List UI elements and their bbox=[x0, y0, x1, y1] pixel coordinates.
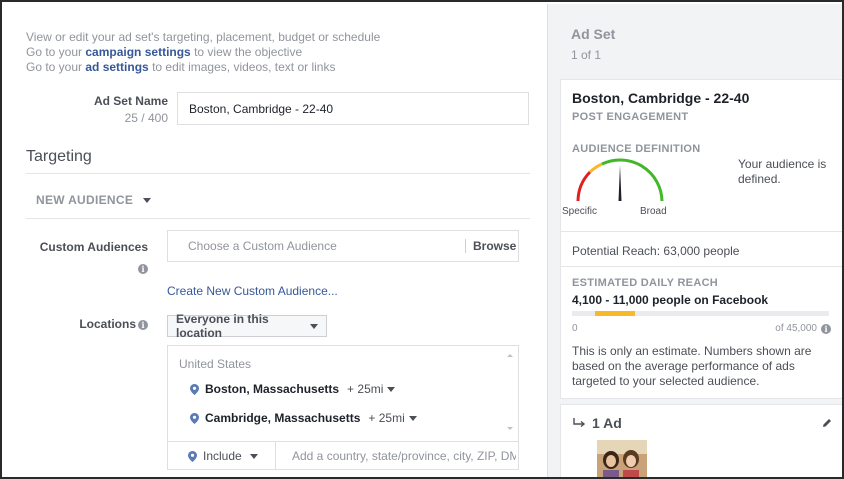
reach-scale-min: 0 bbox=[572, 323, 578, 334]
radius-dropdown[interactable]: + 25mi bbox=[347, 382, 396, 396]
intro-line-1: View or edit your ad set's targeting, pl… bbox=[26, 30, 381, 44]
browse-button[interactable]: Browse bbox=[473, 239, 516, 253]
reach-scale-max: of 45,000 i bbox=[775, 323, 831, 334]
audience-message: Your audience is defined. bbox=[738, 157, 827, 186]
intro-line-3: Go to your ad settings to edit images, v… bbox=[26, 60, 336, 74]
location-mode-select[interactable]: Everyone in this location bbox=[167, 312, 327, 340]
audience-divider bbox=[26, 218, 530, 219]
location-pin-icon bbox=[188, 450, 197, 462]
locations-label: Locations bbox=[79, 317, 136, 331]
pencil-icon[interactable] bbox=[821, 417, 833, 429]
location-country: United States bbox=[179, 357, 252, 371]
chevron-down-icon bbox=[249, 453, 258, 459]
adset-name-input[interactable]: Boston, Cambridge - 22-40 bbox=[177, 92, 529, 125]
gauge-specific-label: Specific bbox=[562, 206, 598, 217]
include-dropdown[interactable]: Include bbox=[168, 442, 276, 470]
ad-thumbnail[interactable] bbox=[597, 440, 647, 479]
summary-count: 1 of 1 bbox=[571, 48, 602, 62]
summary-objective: POST ENGAGEMENT bbox=[572, 111, 689, 123]
chevron-down-icon bbox=[310, 323, 318, 329]
location-pin-icon bbox=[190, 383, 199, 395]
ad-settings-link[interactable]: ad settings bbox=[85, 60, 148, 74]
radius-dropdown[interactable]: + 25mi bbox=[368, 411, 417, 425]
location-item[interactable]: Cambridge, Massachusetts + 25mi bbox=[190, 411, 417, 425]
ads-card: 1 Ad bbox=[560, 404, 842, 479]
summary-header: Ad Set 1 of 1 bbox=[548, 4, 842, 74]
potential-reach: Potential Reach: 63,000 people bbox=[572, 244, 740, 258]
location-name: Boston, Massachusetts bbox=[205, 382, 340, 396]
adset-editor-panel: View or edit your ad set's targeting, pl… bbox=[4, 4, 546, 477]
app-frame: View or edit your ad set's targeting, pl… bbox=[0, 0, 844, 479]
targeting-divider bbox=[26, 173, 530, 174]
chevron-down-icon bbox=[143, 197, 152, 203]
adset-summary-card: Boston, Cambridge - 22-40 POST ENGAGEMEN… bbox=[560, 79, 842, 399]
gauge-broad-label: Broad bbox=[640, 206, 667, 217]
chevron-down-icon bbox=[408, 415, 417, 421]
custom-audience-input[interactable]: Choose a Custom Audience Browse bbox=[167, 230, 519, 262]
campaign-settings-link[interactable]: campaign settings bbox=[85, 45, 190, 59]
info-icon[interactable]: i bbox=[138, 320, 148, 330]
location-footer: Include Add a country, state/province, c… bbox=[168, 441, 518, 470]
location-scrollbar[interactable] bbox=[506, 352, 514, 432]
adset-name-counter: 25 / 400 bbox=[124, 111, 168, 125]
new-audience-dropdown[interactable]: NEW AUDIENCE bbox=[26, 185, 156, 215]
targeting-title: Targeting bbox=[26, 148, 92, 165]
daily-reach-bar-fill bbox=[595, 311, 635, 316]
info-icon[interactable]: i bbox=[821, 323, 831, 334]
daily-reach-value: 4,100 - 11,000 people on Facebook bbox=[572, 293, 769, 307]
daily-reach-label: ESTIMATED DAILY REACH bbox=[572, 277, 719, 289]
summary-title: Ad Set bbox=[571, 26, 616, 42]
browse-separator bbox=[465, 239, 466, 253]
intro-text: View or edit your ad set's targeting, pl… bbox=[26, 30, 380, 75]
audience-gauge bbox=[576, 158, 664, 202]
intro-line-2: Go to your campaign settings to view the… bbox=[26, 45, 303, 59]
card-divider bbox=[561, 266, 842, 267]
chevron-down-icon bbox=[387, 386, 396, 392]
adset-summary-panel: Ad Set 1 of 1 Boston, Cambridge - 22-40 … bbox=[547, 4, 842, 479]
create-custom-audience-link[interactable]: Create New Custom Audience... bbox=[167, 284, 338, 298]
custom-audiences-label: Custom Audiences bbox=[39, 240, 148, 254]
location-pin-icon bbox=[190, 412, 199, 424]
estimate-note: This is only an estimate. Numbers shown … bbox=[572, 344, 812, 388]
ads-card-title[interactable]: 1 Ad bbox=[572, 415, 622, 431]
branch-arrow-icon bbox=[573, 418, 586, 428]
summary-adset-name: Boston, Cambridge - 22-40 bbox=[572, 90, 750, 106]
gauge-needle bbox=[618, 165, 622, 201]
location-name: Cambridge, Massachusetts bbox=[205, 411, 361, 425]
location-item[interactable]: Boston, Massachusetts + 25mi bbox=[190, 382, 396, 396]
card-divider bbox=[561, 231, 842, 232]
daily-reach-bar bbox=[572, 311, 829, 316]
locations-box: United States Boston, Massachusetts + 25… bbox=[167, 345, 519, 470]
info-icon[interactable]: i bbox=[138, 264, 148, 274]
add-location-input[interactable]: Add a country, state/province, city, ZIP… bbox=[276, 449, 516, 463]
adset-name-label: Ad Set Name bbox=[93, 94, 168, 108]
